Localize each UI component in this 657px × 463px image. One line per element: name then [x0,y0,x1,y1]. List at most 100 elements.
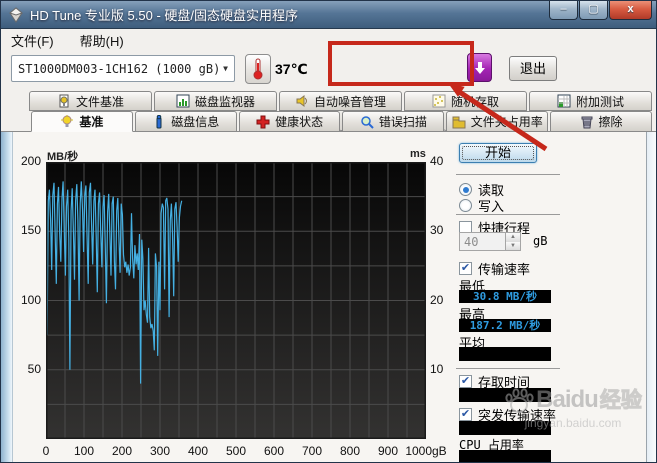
y-tick-left: 200 [3,154,41,168]
tab-label: 健康状态 [275,113,323,130]
tab-disk-monitor[interactable]: 磁盘监视器 [154,91,277,111]
tabrow-secondary: 文件基准 磁盘监视器 自动噪音管理 随机存取 附加测试 [1,91,657,111]
exit-button[interactable]: 退出 [509,56,557,81]
tab-error-scan[interactable]: 错误扫描 [342,111,444,132]
benchmark-chart: MB/秒 ms 20015010050403020100100200300400… [1,132,451,463]
focus-rect [462,146,534,160]
menu-help[interactable]: 帮助(H) [80,31,124,50]
spinner-down-icon: ▼ [506,242,520,251]
x-tick: 400 [188,444,208,458]
thermometer-icon [252,58,264,80]
window-frame-right [646,132,657,463]
x-tick: 200 [112,444,132,458]
extra-tests-icon [557,94,571,108]
tab-aam[interactable]: 自动噪音管理 [279,91,402,111]
short-stroke-value: 40 [460,233,505,250]
menu-file[interactable]: 文件(F) [11,31,54,50]
download-button[interactable] [467,53,492,82]
y-tick-right: 30 [430,223,443,237]
random-access-icon [432,94,446,108]
tab-health[interactable]: 健康状态 [239,111,341,132]
tab-random-access[interactable]: 随机存取 [404,91,527,111]
access-time-value [459,388,551,402]
divider [456,368,560,369]
tab-folder-usage[interactable]: 文件夹占用率 [446,111,548,132]
tab-label: 错误扫描 [379,113,427,130]
benchmark-icon [60,115,74,129]
y-tick-left: 100 [3,293,41,307]
divider [456,214,560,215]
avg-value [459,347,551,361]
max-value: 187.2 MB/秒 [459,319,551,332]
tab-label: 基准 [79,113,103,130]
y-tick-right: 40 [430,154,443,168]
minimize-button[interactable]: – [549,1,578,20]
tab-label: 文件夹占用率 [471,113,543,130]
spinner-up-icon: ▲ [506,233,520,242]
tab-label: 磁盘监视器 [195,93,255,110]
temperature-value: 37℃ [275,61,308,78]
radio-selected-icon [459,183,472,196]
tabrow-primary: 基准 磁盘信息 健康状态 错误扫描 文件夹占用率 擦除 [1,111,657,132]
tab-label: 自动噪音管理 [314,93,386,110]
file-benchmark-icon [57,94,71,108]
menubar: 文件(F) 帮助(H) [2,30,657,51]
short-stroke-unit: gB [533,234,547,248]
start-button[interactable]: 开始 [459,143,537,163]
tab-erase[interactable]: 擦除 [550,111,652,132]
y-tick-right: 20 [430,293,443,307]
min-value: 30.8 MB/秒 [459,290,551,303]
checkbox-checked-icon: ✔ [459,408,472,421]
tab-label: 文件基准 [76,93,124,110]
x-tick: 100 [74,444,94,458]
divider [456,174,560,175]
window-title: HD Tune 专业版 5.50 - 硬盘/固态硬盘实用程序 [30,5,298,24]
tab-disk-info[interactable]: 磁盘信息 [135,111,237,132]
checkbox-checked-icon: ✔ [459,375,472,388]
write-radio[interactable]: 写入 [459,196,504,215]
x-tick: 800 [340,444,360,458]
x-tick: 300 [150,444,170,458]
x-tick: 700 [302,444,322,458]
x-tick: 900 [378,444,398,458]
x-tick: 500 [226,444,246,458]
disk-monitor-icon [176,94,190,108]
y-axis-right-label: ms [410,148,426,160]
close-button[interactable]: x [609,1,652,20]
maximize-button[interactable]: ▢ [579,1,608,20]
tab-label: 擦除 [599,113,623,130]
cpu-usage-value [459,450,551,463]
y-tick-left: 50 [3,362,41,376]
disk-info-icon [152,115,166,129]
tab-benchmark[interactable]: 基准 [31,111,133,132]
hdtune-window: HD Tune 专业版 5.50 - 硬盘/固态硬盘实用程序 – ▢ x 文件(… [0,0,657,463]
app-icon [8,7,24,23]
chevron-down-icon: ▼ [223,64,228,73]
error-scan-icon [360,115,374,129]
tab-extra-tests[interactable]: 附加测试 [529,91,652,111]
folder-usage-icon [452,115,466,129]
short-stroke-spinner[interactable]: 40 ▲▼ [459,232,521,251]
tab-file-benchmark[interactable]: 文件基准 [29,91,152,111]
download-icon [474,61,486,75]
temperature-button[interactable] [245,54,271,84]
chart-plot [46,162,426,439]
transfer-rate-label: 传输速率 [478,259,530,278]
toolbar: ST1000DM003-1CH162 (1000 gB) ▼ 37℃ [1,51,657,91]
titlebar[interactable]: HD Tune 专业版 5.50 - 硬盘/固态硬盘实用程序 – ▢ x [1,1,657,29]
y-tick-right: 10 [430,362,443,376]
x-tick: 1000gB [405,444,446,458]
y-tick-left: 150 [3,223,41,237]
tab-label: 随机存取 [451,93,499,110]
benchmark-control-panel: 开始 读取 写入 快捷行程 40 ▲▼ gB ✔ [451,132,647,463]
tab-label: 附加测试 [576,93,624,110]
drive-select-value: ST1000DM003-1CH162 (1000 gB) [18,62,220,76]
tab-label: 磁盘信息 [171,113,219,130]
drive-select[interactable]: ST1000DM003-1CH162 (1000 gB) ▼ [11,55,235,82]
erase-icon [580,115,594,129]
aam-icon [295,94,309,108]
radio-icon [459,199,472,212]
x-tick: 600 [264,444,284,458]
spinner-arrows[interactable]: ▲▼ [505,233,520,250]
burst-rate-value [459,421,551,435]
